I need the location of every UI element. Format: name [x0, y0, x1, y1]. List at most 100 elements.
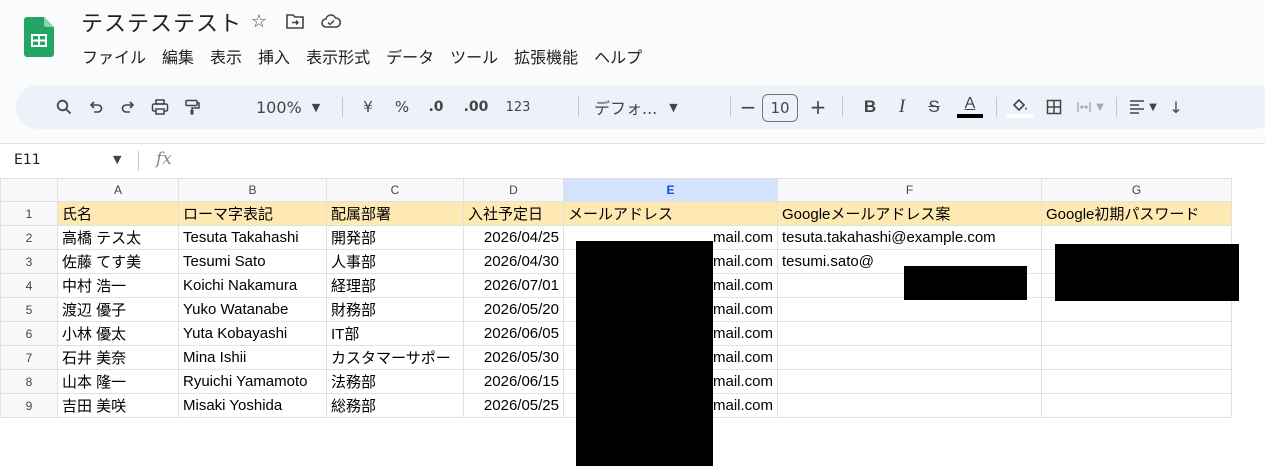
cloud-saved-icon[interactable]: [320, 10, 342, 32]
menu-extensions[interactable]: 拡張機能: [514, 44, 586, 68]
cell[interactable]: Yuko Watanabe: [178, 297, 327, 322]
row-header[interactable]: 1: [0, 201, 58, 226]
cell[interactable]: 小林 優太: [57, 321, 179, 346]
cell[interactable]: 中村 浩一: [57, 273, 179, 298]
cell[interactable]: Tesumi Sato: [178, 249, 327, 274]
cell[interactable]: Misaki Yoshida: [178, 393, 327, 418]
cell[interactable]: Ryuichi Yamamoto: [178, 369, 327, 394]
cell[interactable]: 2026/05/25: [463, 393, 564, 418]
row-header[interactable]: 9: [0, 393, 58, 418]
column-header[interactable]: C: [326, 178, 464, 202]
redo-icon[interactable]: [116, 91, 140, 123]
cell[interactable]: IT部: [326, 321, 464, 346]
zoom-select[interactable]: 100% ▼: [256, 91, 320, 123]
cell[interactable]: [777, 393, 1042, 418]
row-header[interactable]: 8: [0, 369, 58, 394]
menu-edit[interactable]: 編集: [162, 44, 202, 68]
cell[interactable]: [777, 369, 1042, 394]
column-header-selected[interactable]: E: [563, 178, 778, 202]
cell[interactable]: 法務部: [326, 369, 464, 394]
cell[interactable]: 2026/06/15: [463, 369, 564, 394]
chevron-down-icon[interactable]: ▼: [113, 153, 121, 166]
horizontal-align-button[interactable]: ▼: [1124, 91, 1162, 123]
select-all-corner[interactable]: [0, 178, 58, 202]
row-header[interactable]: 6: [0, 321, 58, 346]
cell[interactable]: Yuta Kobayashi: [178, 321, 327, 346]
column-header[interactable]: D: [463, 178, 564, 202]
cell[interactable]: 渡辺 優子: [57, 297, 179, 322]
row-header[interactable]: 5: [0, 297, 58, 322]
cell[interactable]: 2026/07/01: [463, 273, 564, 298]
increase-font-size-button[interactable]: +: [806, 91, 830, 123]
print-icon[interactable]: [148, 91, 172, 123]
cell[interactable]: 2026/04/30: [463, 249, 564, 274]
star-icon[interactable]: ☆: [248, 10, 270, 32]
sheets-logo-icon[interactable]: [24, 17, 54, 57]
cell[interactable]: Koichi Nakamura: [178, 273, 327, 298]
search-icon[interactable]: [52, 91, 76, 123]
cell[interactable]: Mina Ishii: [178, 345, 327, 370]
cell[interactable]: 配属部署: [326, 201, 464, 226]
cell[interactable]: 開発部: [326, 225, 464, 250]
move-folder-icon[interactable]: [284, 10, 306, 32]
undo-icon[interactable]: [84, 91, 108, 123]
row-header[interactable]: 2: [0, 225, 58, 250]
row-header[interactable]: 7: [0, 345, 58, 370]
menu-data[interactable]: データ: [386, 44, 442, 68]
cell[interactable]: 2026/05/30: [463, 345, 564, 370]
cell[interactable]: Googleメールアドレス案: [777, 201, 1042, 226]
cell[interactable]: カスタマーサポー: [326, 345, 464, 370]
merge-cells-button[interactable]: ▼: [1072, 91, 1108, 123]
cell[interactable]: メールアドレス: [563, 201, 778, 226]
cell[interactable]: [1041, 345, 1232, 370]
name-box[interactable]: E11: [14, 152, 41, 168]
column-header[interactable]: A: [57, 178, 179, 202]
cell[interactable]: [1041, 321, 1232, 346]
cell[interactable]: 入社予定日: [463, 201, 564, 226]
cell[interactable]: 総務部: [326, 393, 464, 418]
cell[interactable]: 2026/05/20: [463, 297, 564, 322]
menu-format[interactable]: 表示形式: [306, 44, 378, 68]
cell[interactable]: 人事部: [326, 249, 464, 274]
currency-format-button[interactable]: ¥: [356, 91, 380, 123]
menu-tools[interactable]: ツール: [450, 44, 506, 68]
decrease-decimal-button[interactable]: .0: [422, 91, 450, 123]
menu-view[interactable]: 表示: [210, 44, 250, 68]
decrease-font-size-button[interactable]: −: [736, 91, 760, 123]
borders-icon[interactable]: [1042, 91, 1066, 123]
cell[interactable]: 2026/06/05: [463, 321, 564, 346]
menu-help[interactable]: ヘルプ: [594, 44, 650, 68]
cell[interactable]: tesuta.takahashi@example.com: [777, 225, 1042, 250]
vertical-align-icon[interactable]: ↓: [1166, 91, 1186, 123]
percent-format-button[interactable]: %: [390, 91, 414, 123]
menu-file[interactable]: ファイル: [82, 44, 154, 68]
cell[interactable]: 吉田 美咲: [57, 393, 179, 418]
cell[interactable]: Tesuta Takahashi: [178, 225, 327, 250]
cell[interactable]: [777, 321, 1042, 346]
menu-insert[interactable]: 挿入: [258, 44, 298, 68]
column-header[interactable]: G: [1041, 178, 1232, 202]
font-size-input[interactable]: 10: [762, 94, 798, 122]
cell[interactable]: Google初期パスワード: [1041, 201, 1232, 226]
cell[interactable]: 石井 美奈: [57, 345, 179, 370]
column-header[interactable]: F: [777, 178, 1042, 202]
font-select[interactable]: デフォ... ▼: [594, 91, 714, 123]
document-title[interactable]: テステステスト: [81, 6, 242, 38]
row-header[interactable]: 4: [0, 273, 58, 298]
cell[interactable]: [1041, 393, 1232, 418]
cell[interactable]: [1041, 369, 1232, 394]
cell[interactable]: [777, 297, 1042, 322]
cell[interactable]: 経理部: [326, 273, 464, 298]
row-header[interactable]: 3: [0, 249, 58, 274]
cell[interactable]: 2026/04/25: [463, 225, 564, 250]
cell[interactable]: 財務部: [326, 297, 464, 322]
cell[interactable]: 佐藤 てす美: [57, 249, 179, 274]
paint-format-icon[interactable]: [180, 91, 204, 123]
bold-button[interactable]: B: [858, 91, 882, 123]
cell[interactable]: 山本 隆一: [57, 369, 179, 394]
increase-decimal-button[interactable]: .00: [460, 91, 492, 123]
column-header[interactable]: B: [178, 178, 327, 202]
cell[interactable]: 氏名: [57, 201, 179, 226]
more-formats-button[interactable]: 123: [500, 91, 536, 123]
cell[interactable]: [777, 345, 1042, 370]
